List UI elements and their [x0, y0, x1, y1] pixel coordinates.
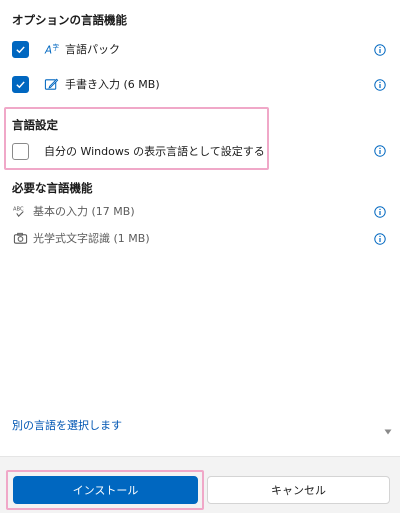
language-pack-icon: A字 [43, 41, 59, 57]
display-language-label: 自分の Windows の表示言語として設定する [44, 145, 265, 158]
handwriting-row: 手書き入力 (6 MB) [12, 73, 160, 95]
svg-text:ABC: ABC [13, 206, 24, 212]
checkmark-icon [16, 45, 25, 53]
info-icon[interactable] [374, 145, 386, 157]
cancel-button[interactable]: キャンセル [207, 476, 390, 504]
display-language-checkbox[interactable] [12, 142, 29, 160]
info-icon[interactable] [374, 79, 386, 91]
basic-typing-icon: ABC [12, 203, 28, 219]
ocr-row: 光学式文字認識 (1 MB) [12, 227, 150, 249]
handwriting-checkbox[interactable] [12, 75, 29, 93]
language-pack-checkbox[interactable] [12, 40, 29, 58]
display-language-row: 自分の Windows の表示言語として設定する [12, 140, 265, 162]
info-icon[interactable] [374, 44, 386, 56]
install-button[interactable]: インストール [13, 476, 198, 504]
basic-typing-row: ABC 基本の入力 (17 MB) [12, 200, 135, 222]
svg-text:字: 字 [52, 42, 59, 51]
checkmark-icon [16, 80, 25, 88]
handwriting-label: 手書き入力 (6 MB) [65, 78, 160, 91]
choose-another-language-link[interactable]: 別の言語を選択します [12, 417, 122, 433]
language-pack-row: A字 言語パック [12, 38, 400, 60]
required-features-title: 必要な言語機能 [12, 181, 93, 195]
handwriting-icon [43, 76, 59, 92]
info-icon[interactable] [374, 206, 386, 218]
scroll-down-arrow-icon[interactable] [384, 421, 392, 435]
basic-typing-label: 基本の入力 (17 MB) [33, 205, 135, 218]
ocr-icon [12, 230, 28, 246]
language-pack-label: 言語パック [65, 43, 120, 56]
optional-features-title: オプションの言語機能 [12, 13, 127, 27]
ocr-label: 光学式文字認識 (1 MB) [33, 232, 150, 245]
svg-text:A: A [44, 44, 52, 56]
info-icon[interactable] [374, 233, 386, 245]
language-settings-title: 言語設定 [12, 118, 58, 132]
